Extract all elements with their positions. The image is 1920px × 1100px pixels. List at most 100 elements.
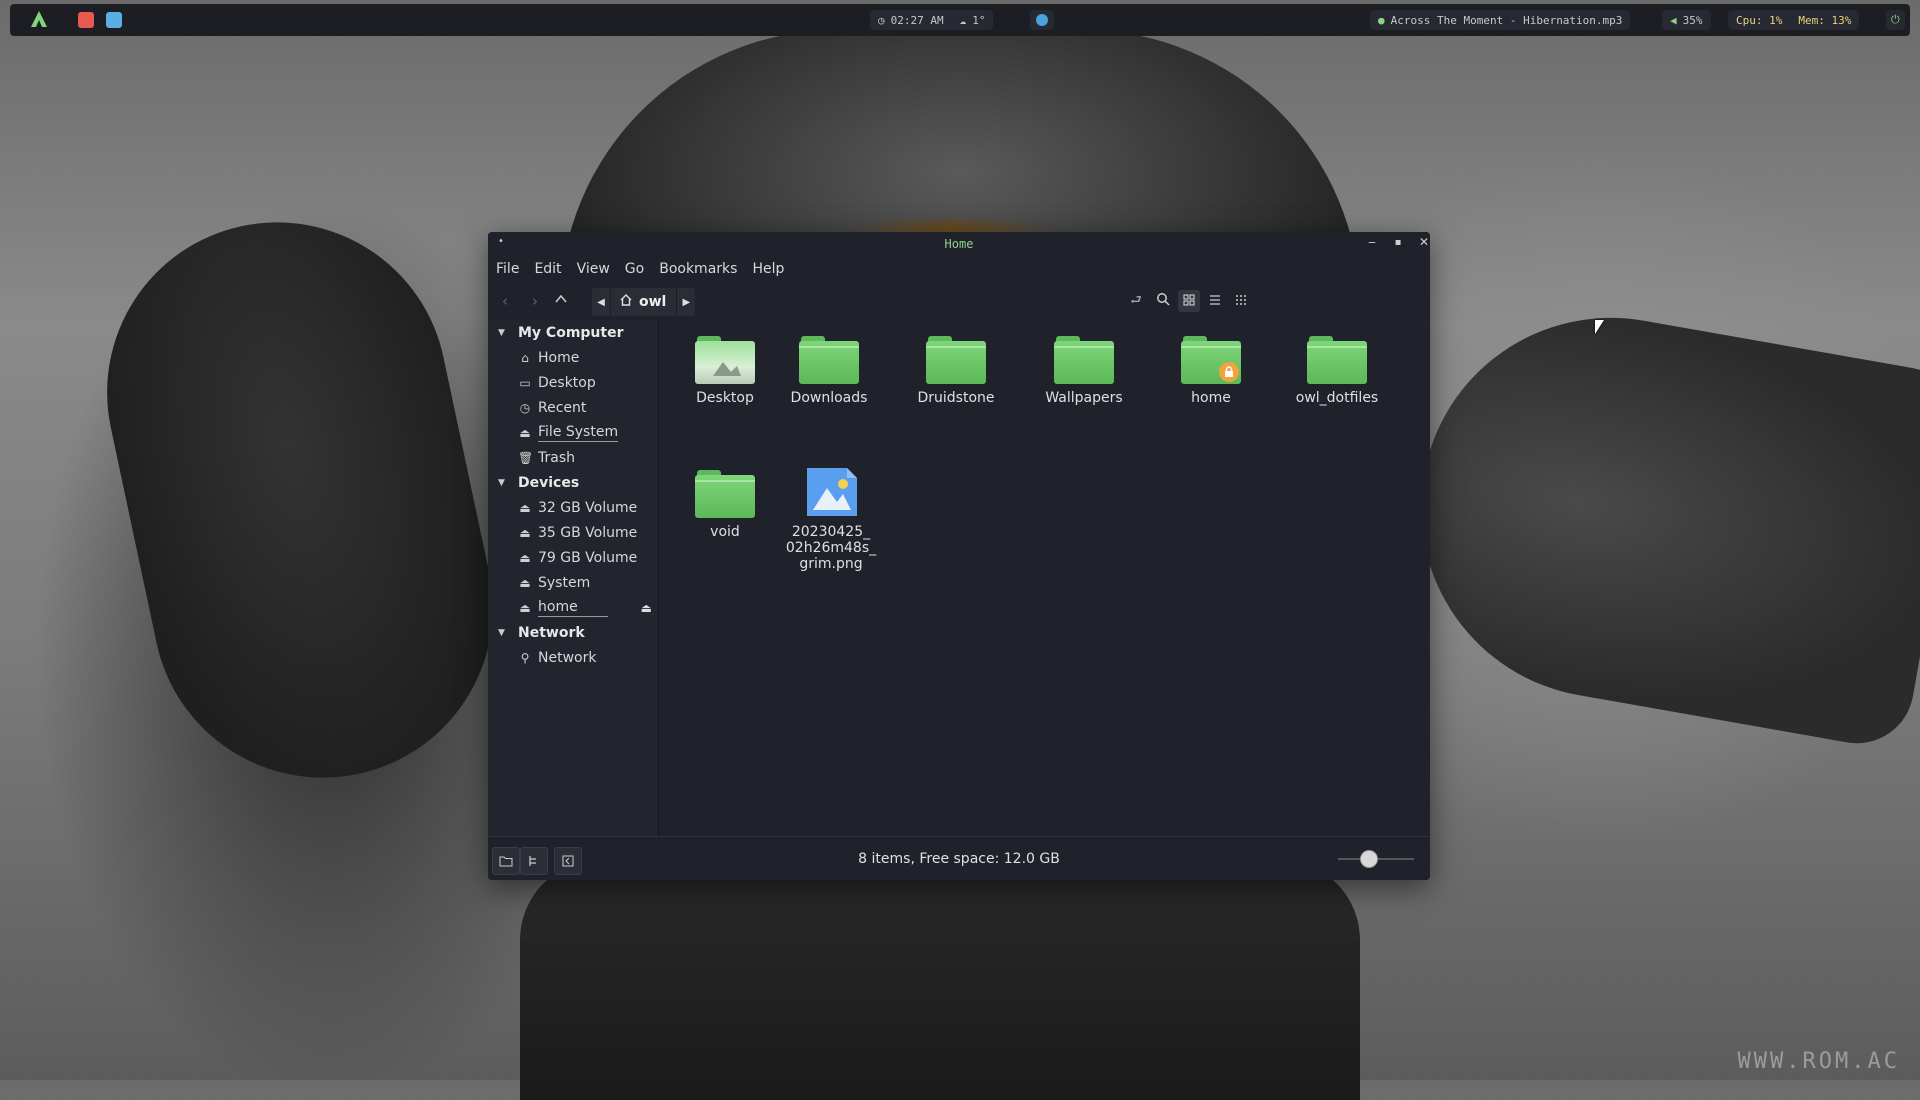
window-title: Home — [944, 237, 974, 251]
drive-icon: ⏏ — [519, 550, 531, 565]
clock-icon: ◷ — [878, 13, 885, 27]
file-label-line: 20230425_ — [791, 524, 871, 540]
file-item-screenshot[interactable]: 20230425_ 02h26m48s_ grim.png — [776, 466, 886, 572]
sidebar-section-my-computer[interactable]: ▼ My Computer — [488, 320, 658, 345]
telegram-tray[interactable] — [1030, 10, 1054, 30]
sidebar-item-network[interactable]: ⚲ Network — [488, 645, 658, 670]
sidebar-item-home[interactable]: ⌂ Home — [488, 345, 658, 370]
icon-view-button[interactable] — [1178, 290, 1200, 312]
breadcrumb: ◀ owl ▶ — [592, 288, 696, 316]
file-item-druidstone[interactable]: Druidstone — [901, 336, 1011, 406]
close-button[interactable]: ✕ — [1416, 235, 1430, 249]
drive-icon: ⏏ — [519, 525, 531, 540]
toggle-location-icon[interactable]: ⮐ — [1125, 290, 1147, 312]
volume-pill[interactable]: ◀ 35% — [1662, 10, 1711, 30]
volume-icon: ◀ — [1670, 13, 1677, 27]
menu-bookmarks[interactable]: Bookmarks — [659, 261, 737, 277]
lock-icon — [1219, 362, 1239, 382]
power-button[interactable]: ⏻ — [1886, 10, 1905, 30]
up-button[interactable] — [550, 290, 572, 312]
sidebar-item-desktop[interactable]: ▭ Desktop — [488, 370, 658, 395]
sidebar-item-trash[interactable]: 🗑 Trash — [488, 445, 658, 470]
clock-text: 02:27 AM — [890, 13, 944, 27]
music-pill[interactable]: ● Across The Moment - Hibernation.mp3 — [1370, 10, 1631, 30]
cloud-icon: ☁ — [959, 13, 967, 27]
app-icon-red[interactable] — [78, 12, 94, 28]
telegram-icon — [1036, 14, 1048, 26]
desktop-folder-icon — [695, 336, 755, 384]
file-label: owl_dotfiles — [1295, 390, 1379, 406]
statusbar: 8 items, Free space: 12.0 GB — [488, 836, 1430, 880]
collapse-arrow-icon: ▼ — [498, 477, 505, 488]
desktop-icon: ▭ — [519, 375, 531, 390]
status-text: 8 items, Free space: 12.0 GB — [858, 851, 1060, 867]
folder-icon — [926, 336, 986, 384]
file-item-desktop[interactable]: Desktop — [670, 336, 780, 406]
sidebar-item-35gb-volume[interactable]: ⏏ 35 GB Volume — [488, 520, 658, 545]
volume-text: 35% — [1682, 13, 1703, 27]
menu-go[interactable]: Go — [625, 261, 644, 277]
sidebar-item-file-system[interactable]: ⏏ File System — [488, 420, 658, 445]
drive-icon: ⏏ — [519, 425, 531, 440]
maximize-button[interactable]: ▪ — [1390, 237, 1406, 248]
wallpaper-watermark: WWW.ROM.AC — [1737, 1049, 1900, 1074]
file-label: void — [710, 524, 740, 540]
minimize-button[interactable]: ‒ — [1364, 235, 1380, 249]
eject-icon[interactable]: ⏏ — [641, 601, 652, 615]
file-item-void[interactable]: void — [670, 470, 780, 540]
weather-text: 1° — [972, 13, 986, 27]
folder-icon — [799, 336, 859, 384]
wallpaper-hand — [75, 190, 525, 810]
file-item-home[interactable]: home — [1156, 336, 1266, 406]
breadcrumb-right-icon[interactable]: ▶ — [677, 297, 695, 308]
file-label: Desktop — [696, 390, 754, 406]
clock-weather-pill[interactable]: ◷ 02:27 AM ☁ 1° — [870, 10, 994, 30]
file-label-line: grim.png — [799, 556, 863, 572]
launcher-icon[interactable] — [30, 10, 48, 28]
list-view-button[interactable] — [1204, 290, 1226, 312]
sidebar-item-32gb-volume[interactable]: ⏏ 32 GB Volume — [488, 495, 658, 520]
file-view[interactable]: Desktop Downloads Druidstone Wallpapers … — [659, 320, 1430, 836]
sidebar-item-home-volume[interactable]: ⏏ home ⏏ — [488, 595, 658, 620]
sidebar-item-recent[interactable]: ◷ Recent — [488, 395, 658, 420]
compact-view-button[interactable] — [1230, 290, 1252, 312]
sidebar-section-network[interactable]: ▼ Network — [488, 620, 658, 645]
collapse-arrow-icon: ▼ — [498, 327, 505, 338]
file-item-downloads[interactable]: Downloads — [774, 336, 884, 406]
titlebar[interactable]: • Home ‒ ▪ ✕ — [488, 232, 1430, 256]
search-icon[interactable] — [1152, 290, 1174, 312]
top-panel: ◷ 02:27 AM ☁ 1° ● Across The Moment - Hi… — [10, 4, 1910, 36]
file-item-wallpapers[interactable]: Wallpapers — [1029, 336, 1139, 406]
menubar: File Edit View Go Bookmarks Help — [488, 256, 1430, 282]
power-icon: ⏻ — [1891, 13, 1900, 26]
menu-help[interactable]: Help — [752, 261, 784, 277]
home-icon: ⌂ — [521, 350, 529, 365]
file-manager-window: • Home ‒ ▪ ✕ File Edit View Go Bookmarks… — [488, 232, 1430, 880]
menu-view[interactable]: View — [577, 261, 610, 277]
system-stats-pill: Cpu: 1% Mem: 13% — [1728, 10, 1860, 30]
trash-icon: 🗑 — [518, 450, 534, 465]
wallpaper-coat — [520, 860, 1360, 1100]
sidebar-item-system[interactable]: ⏏ System — [488, 570, 658, 595]
sidebar-item-79gb-volume[interactable]: ⏏ 79 GB Volume — [488, 545, 658, 570]
menu-file[interactable]: File — [496, 261, 519, 277]
sidebar-section-devices[interactable]: ▼ Devices — [488, 470, 658, 495]
menu-edit[interactable]: Edit — [534, 261, 561, 277]
file-label: Downloads — [790, 390, 868, 406]
image-file-icon — [803, 466, 859, 518]
zoom-slider-handle[interactable] — [1360, 850, 1378, 868]
breadcrumb-left-icon[interactable]: ◀ — [592, 297, 610, 308]
cpu-text: Cpu: 1% — [1736, 13, 1783, 27]
file-item-owl-dotfiles[interactable]: owl_dotfiles — [1282, 336, 1392, 406]
back-button[interactable]: ‹ — [494, 290, 516, 312]
folder-icon — [1054, 336, 1114, 384]
breadcrumb-owl[interactable]: owl — [639, 294, 666, 310]
file-label-line: 02h26m48s_ — [785, 540, 877, 556]
wallpaper-arm — [1390, 287, 1920, 753]
toolbar: ‹ › ◀ owl ▶ ⮐ — [488, 282, 1430, 320]
forward-button[interactable]: › — [524, 290, 546, 312]
file-label: Wallpapers — [1045, 390, 1123, 406]
app-icon-blue[interactable] — [106, 12, 122, 28]
file-label: Druidstone — [917, 390, 995, 406]
file-label: home — [1191, 390, 1231, 406]
